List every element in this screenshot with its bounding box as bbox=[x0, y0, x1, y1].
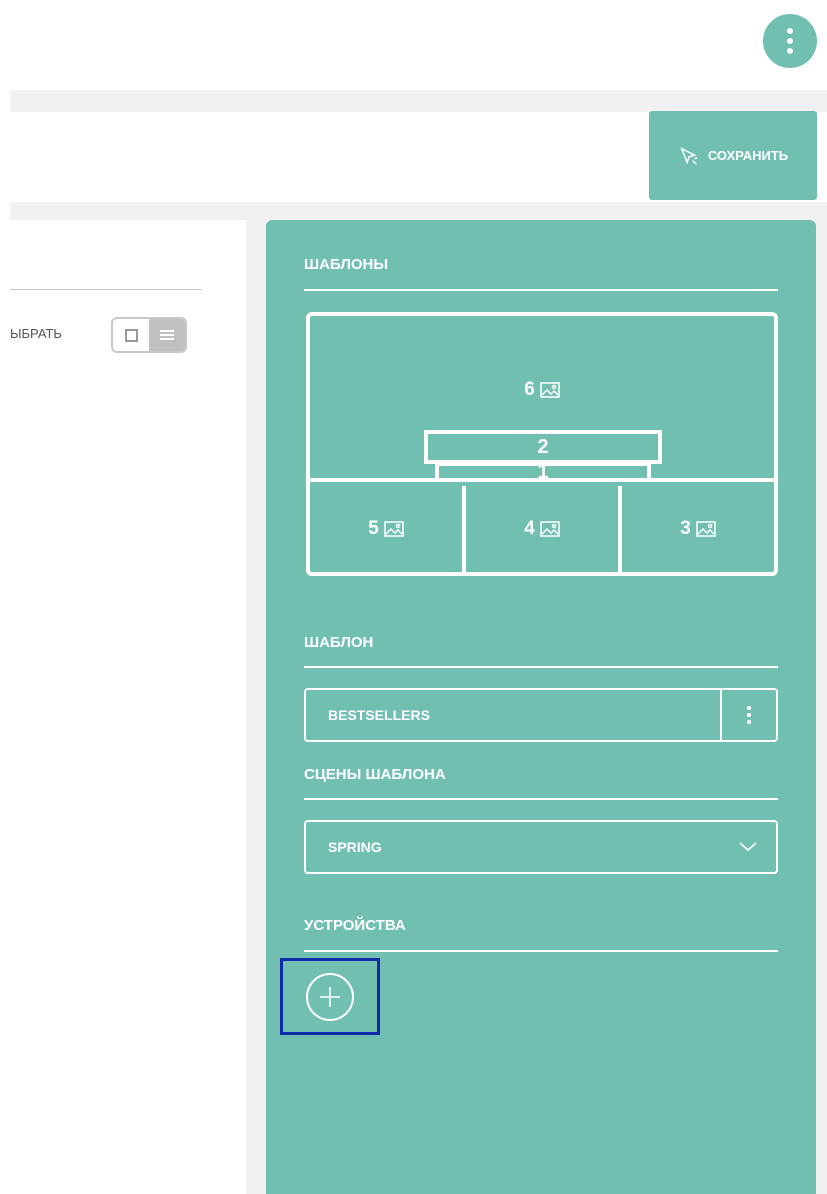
image-icon bbox=[696, 521, 716, 537]
zone-6-number: 6 bbox=[524, 379, 535, 400]
scene-select[interactable]: SPRING bbox=[304, 820, 778, 874]
grid-view-option[interactable] bbox=[113, 319, 149, 351]
cursor-pointer-icon bbox=[680, 146, 698, 165]
zone-5-number: 5 bbox=[368, 518, 379, 539]
zone-2[interactable]: 2 bbox=[424, 430, 662, 464]
save-label: СОХРАНИТЬ bbox=[707, 148, 789, 163]
zone-3-label: 3 bbox=[680, 518, 716, 540]
zone-2-number: 2 bbox=[537, 435, 549, 458]
zone-6-label: 6 bbox=[524, 379, 560, 401]
zone-4[interactable]: 4 bbox=[462, 486, 618, 572]
template-options-button[interactable] bbox=[720, 690, 776, 740]
dot bbox=[787, 28, 793, 34]
template-rule bbox=[304, 666, 778, 668]
scenes-title: СЦЕНЫ ШАБЛОНА bbox=[304, 766, 446, 783]
image-icon bbox=[540, 382, 560, 398]
zone-3[interactable]: 3 bbox=[618, 486, 774, 572]
scene-value: SPRING bbox=[328, 839, 382, 855]
select-label: ЫБРАТЬ bbox=[10, 326, 62, 341]
zone-3-number: 3 bbox=[680, 518, 691, 539]
image-icon bbox=[540, 521, 560, 537]
zone-1-number: 1 bbox=[537, 462, 549, 482]
scenes-rule bbox=[304, 798, 778, 800]
devices-title: УСТРОЙСТВА bbox=[304, 917, 406, 934]
view-toggle[interactable] bbox=[111, 317, 187, 353]
left-rule bbox=[10, 289, 202, 290]
dot bbox=[787, 38, 793, 44]
save-button[interactable]: СОХРАНИТЬ bbox=[649, 111, 817, 200]
zone-5[interactable]: 5 bbox=[310, 486, 462, 572]
template-layout-preview[interactable]: 6 2 1 5 4 3 bbox=[306, 312, 778, 576]
settings-panel: ШАБЛОНЫ 6 2 1 5 4 3 ШАБЛОН BESTSELLERS С… bbox=[266, 220, 816, 1194]
template-title: ШАБЛОН bbox=[304, 634, 374, 651]
add-device-button[interactable] bbox=[306, 972, 354, 1021]
content-divider bbox=[10, 202, 827, 220]
column-gutter bbox=[246, 220, 266, 1194]
zone-5-label: 5 bbox=[368, 518, 404, 540]
template-value: BESTSELLERS bbox=[328, 707, 430, 723]
app-root: СОХРАНИТЬ ЫБРАТЬ ШАБЛОНЫ 6 2 1 5 4 3 ШАБ… bbox=[0, 0, 827, 1194]
template-field[interactable]: BESTSELLERS bbox=[304, 688, 778, 742]
list-icon bbox=[160, 330, 174, 340]
zone-1[interactable]: 1 bbox=[435, 462, 651, 482]
list-view-option[interactable] bbox=[149, 319, 185, 351]
more-menu-button[interactable] bbox=[763, 14, 817, 68]
right-gutter bbox=[816, 220, 827, 1194]
zone-4-label: 4 bbox=[524, 518, 560, 540]
dot bbox=[787, 48, 793, 54]
chevron-down-icon bbox=[720, 822, 776, 872]
top-divider bbox=[10, 90, 827, 112]
zone-4-number: 4 bbox=[524, 518, 535, 539]
left-panel: ЫБРАТЬ bbox=[10, 220, 246, 1194]
templates-rule bbox=[304, 289, 778, 291]
devices-rule bbox=[304, 950, 778, 952]
bottom-zones: 5 4 3 bbox=[310, 486, 774, 572]
templates-title: ШАБЛОНЫ bbox=[304, 256, 389, 273]
square-icon bbox=[124, 328, 138, 342]
plus-circle-icon bbox=[320, 986, 340, 1007]
add-device-highlight bbox=[280, 958, 380, 1035]
image-icon bbox=[384, 521, 404, 537]
